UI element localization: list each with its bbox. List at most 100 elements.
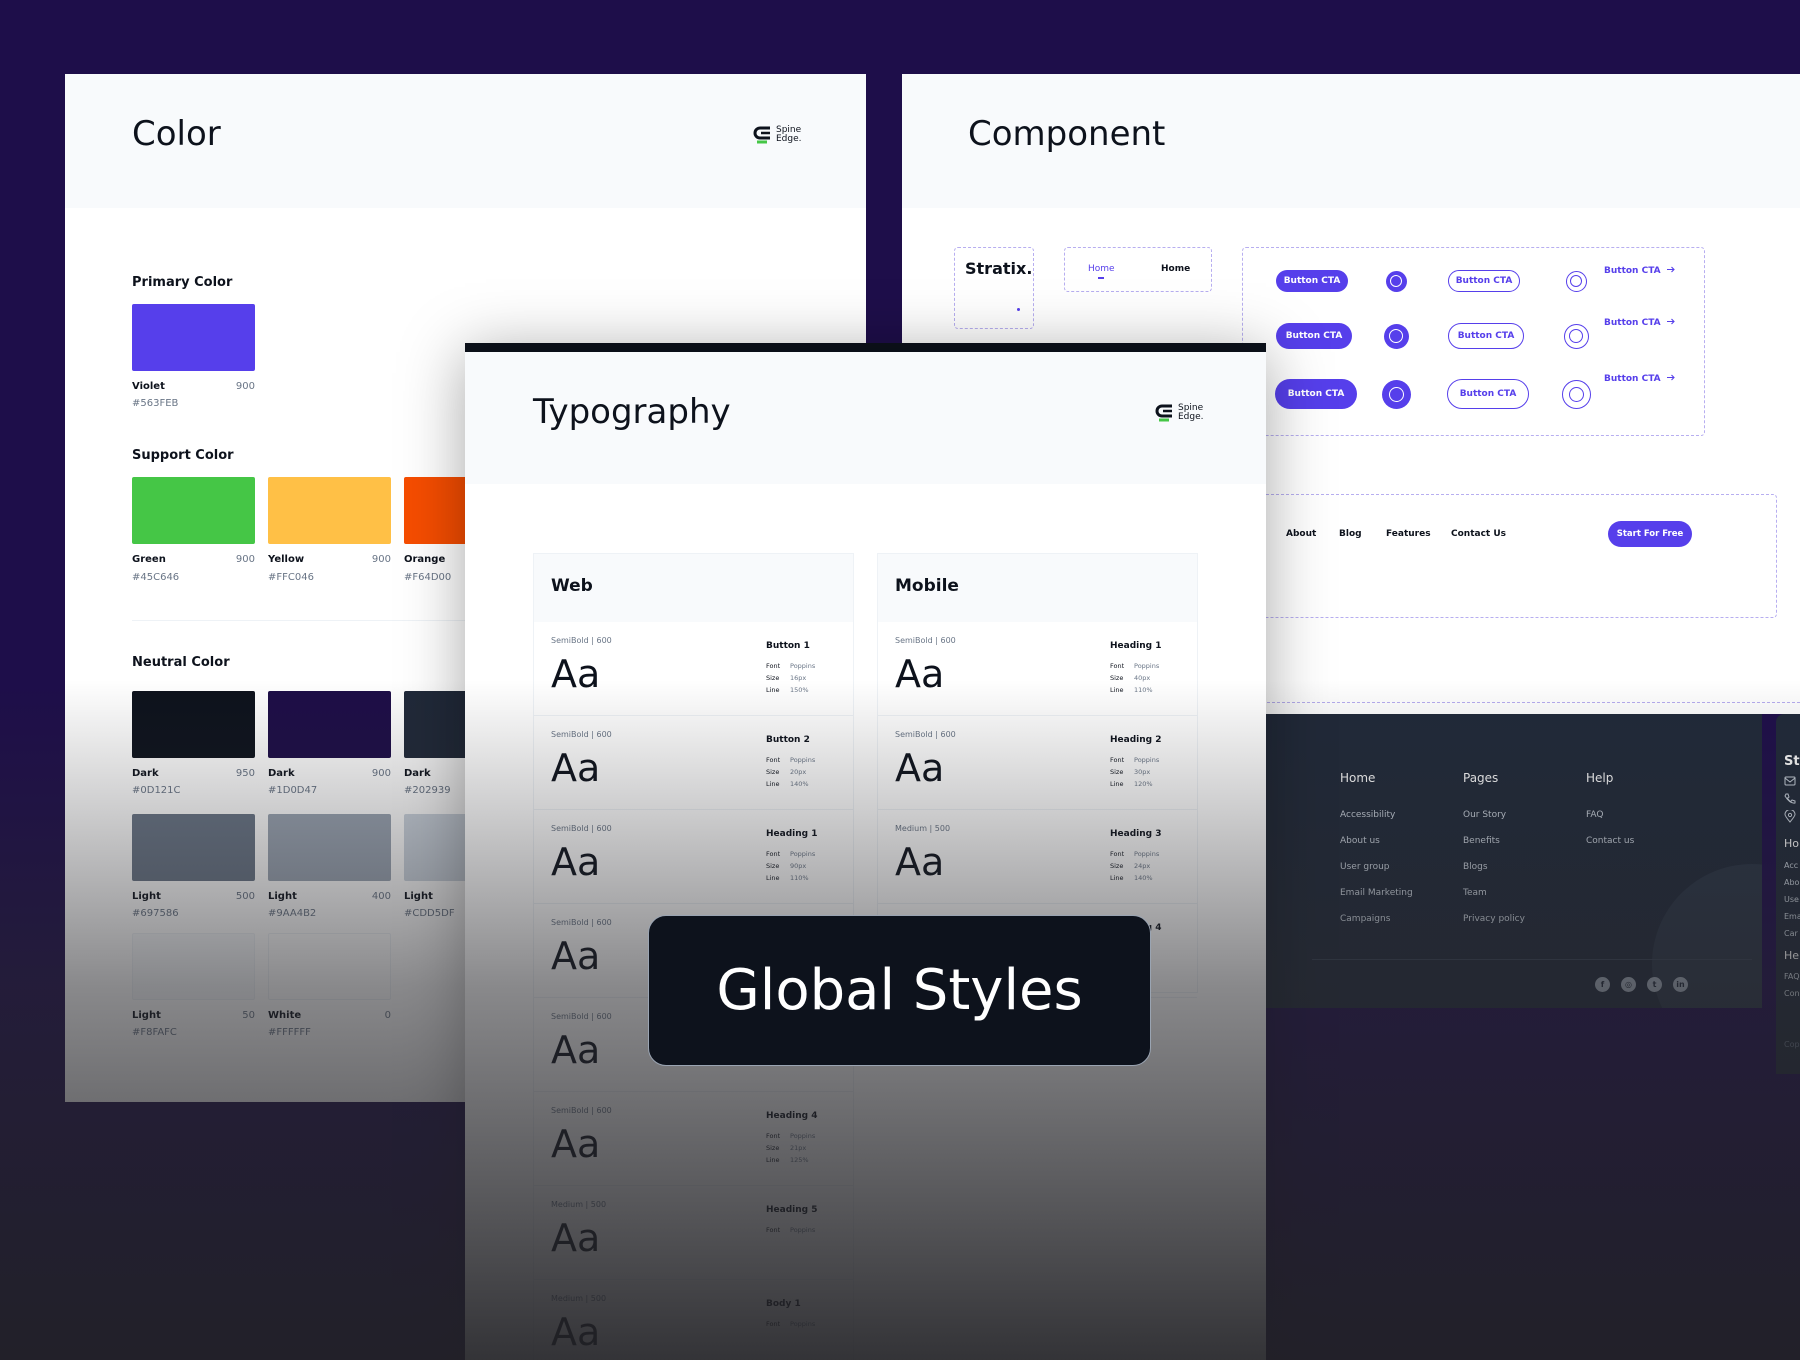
circle-icon — [1569, 329, 1583, 343]
icon-button-outlined[interactable] — [1563, 323, 1589, 349]
mobile-footer-link[interactable]: Acc — [1784, 861, 1798, 870]
button-cta-link[interactable]: Button CTA — [1604, 318, 1675, 328]
neutral-swatch-num: 0 — [384, 1010, 391, 1021]
type-spec-value: 125% — [790, 1156, 809, 1164]
button-cta-link[interactable]: Button CTA — [1604, 374, 1675, 384]
button-cta-link-label: Button CTA — [1604, 266, 1661, 276]
footer-link[interactable]: Accessibility — [1340, 810, 1395, 820]
type-spec-label: Font — [766, 1132, 781, 1140]
icon-button-filled[interactable] — [1381, 379, 1411, 409]
icon-button-outlined[interactable] — [1561, 379, 1591, 409]
linkedin-icon[interactable]: in — [1673, 977, 1688, 992]
footer-link[interactable]: User group — [1340, 862, 1390, 872]
primary-swatch[interactable] — [132, 304, 255, 371]
neutral-swatch[interactable] — [132, 691, 255, 758]
footer-link[interactable]: Email Marketing — [1340, 888, 1413, 898]
twitter-icon[interactable]: t — [1647, 977, 1662, 992]
neutral-swatch-name: Dark — [404, 768, 431, 779]
type-sample: Aa — [551, 652, 601, 696]
button-cta-filled[interactable]: Button CTA — [1276, 323, 1352, 349]
neutral-swatch-num: 50 — [242, 1010, 255, 1021]
type-spec-size: Size 30px — [1110, 768, 1150, 776]
mobile-footer-heading-1: Ho — [1784, 837, 1800, 850]
type-weight: SemiBold | 600 — [551, 1012, 612, 1021]
type-style-name: Heading 1 — [766, 829, 818, 839]
type-spec-label: Font — [1110, 662, 1125, 670]
button-cta-outlined[interactable]: Button CTA — [1448, 323, 1524, 349]
button-cta-filled[interactable]: Button CTA — [1276, 270, 1348, 292]
type-spec-label: Font — [766, 756, 781, 764]
icon-button-filled[interactable] — [1385, 270, 1407, 292]
type-spec-value: Poppins — [790, 662, 816, 670]
mobile-footer-link[interactable]: Car — [1784, 929, 1798, 938]
circle-icon — [1568, 386, 1584, 402]
arrow-right-icon — [1666, 374, 1675, 381]
navbar-link[interactable]: Contact Us — [1451, 529, 1506, 539]
brand-dot — [1017, 308, 1020, 311]
footer-link[interactable]: Contact us — [1586, 836, 1634, 846]
navbar-link[interactable]: About — [1286, 529, 1316, 539]
support-swatch-name: Orange — [404, 554, 446, 565]
start-for-free-button[interactable]: Start For Free — [1608, 521, 1692, 547]
mobile-footer-link[interactable]: Ema — [1784, 912, 1800, 921]
navbar-link[interactable]: Blog — [1339, 529, 1362, 539]
type-spec-value: 110% — [1134, 686, 1153, 694]
type-spec-value: 110% — [790, 874, 809, 882]
neutral-swatch[interactable] — [268, 814, 391, 881]
separator — [1242, 702, 1800, 703]
type-spec-label: Line — [766, 1156, 780, 1164]
type-spec-label: Line — [1110, 780, 1124, 788]
arrow-right-icon — [1666, 318, 1675, 325]
button-cta-outlined[interactable]: Button CTA — [1447, 379, 1529, 409]
support-swatch[interactable] — [132, 477, 255, 544]
facebook-icon[interactable]: f — [1595, 977, 1610, 992]
type-spec-label: Line — [1110, 874, 1124, 882]
footer-link[interactable]: Our Story — [1463, 810, 1506, 820]
nav-link-active[interactable]: Home — [1088, 264, 1115, 274]
neutral-swatch[interactable] — [132, 933, 255, 1000]
type-spec-line: Line 150% — [766, 686, 809, 694]
type-spec-value: Poppins — [790, 756, 816, 764]
footer-column-heading: Help — [1586, 771, 1614, 785]
icon-button-filled[interactable] — [1383, 323, 1409, 349]
mobile-footer-link[interactable]: Use — [1784, 895, 1799, 904]
mobile-footer-copyright: Cop — [1784, 1040, 1800, 1049]
footer-link[interactable]: FAQ — [1586, 810, 1603, 820]
type-style-name: Heading 4 — [766, 1111, 818, 1121]
typography-top-bar — [465, 343, 1266, 352]
type-spec-label: Size — [766, 862, 780, 870]
spine-edge-logo-icon — [753, 126, 770, 144]
neutral-swatch-name: Dark — [268, 768, 295, 779]
footer-link[interactable]: Benefits — [1463, 836, 1500, 846]
icon-button-outlined[interactable] — [1565, 270, 1587, 292]
footer-link[interactable]: Campaigns — [1340, 914, 1390, 924]
navbar-link[interactable]: Features — [1386, 529, 1431, 539]
footer-link[interactable]: Privacy policy — [1463, 914, 1525, 924]
footer-link[interactable]: About us — [1340, 836, 1380, 846]
button-cta-filled[interactable]: Button CTA — [1275, 379, 1357, 409]
button-cta-outlined[interactable]: Button CTA — [1448, 270, 1520, 292]
logo-line2: Edge. — [1178, 412, 1204, 422]
neutral-swatch-num: 500 — [235, 891, 255, 902]
type-spec-label: Font — [1110, 850, 1125, 858]
type-weight: SemiBold | 600 — [551, 636, 612, 645]
type-weight: Medium | 500 — [895, 824, 951, 833]
circle-icon — [1570, 275, 1582, 287]
type-spec-font: Font Poppins — [1110, 850, 1159, 858]
mobile-footer-link[interactable]: Abo — [1784, 878, 1799, 887]
neutral-swatch[interactable] — [268, 933, 391, 1000]
neutral-swatch-hex: #1D0D47 — [268, 785, 318, 796]
footer-link[interactable]: Team — [1463, 888, 1487, 898]
mobile-footer-link[interactable]: Con — [1784, 989, 1800, 998]
neutral-swatch[interactable] — [132, 814, 255, 881]
instagram-icon[interactable]: ◎ — [1621, 977, 1636, 992]
mobile-footer-title: St — [1784, 754, 1800, 769]
button-cta-link[interactable]: Button CTA — [1604, 266, 1675, 276]
mobile-footer-link[interactable]: FAQ — [1784, 972, 1800, 981]
footer-link[interactable]: Blogs — [1463, 862, 1488, 872]
neutral-swatch-name: Light — [132, 891, 161, 902]
nav-link-inactive[interactable]: Home — [1161, 264, 1190, 274]
support-swatch[interactable] — [268, 477, 391, 544]
neutral-swatch[interactable] — [268, 691, 391, 758]
color-panel-title: Color — [132, 114, 221, 154]
